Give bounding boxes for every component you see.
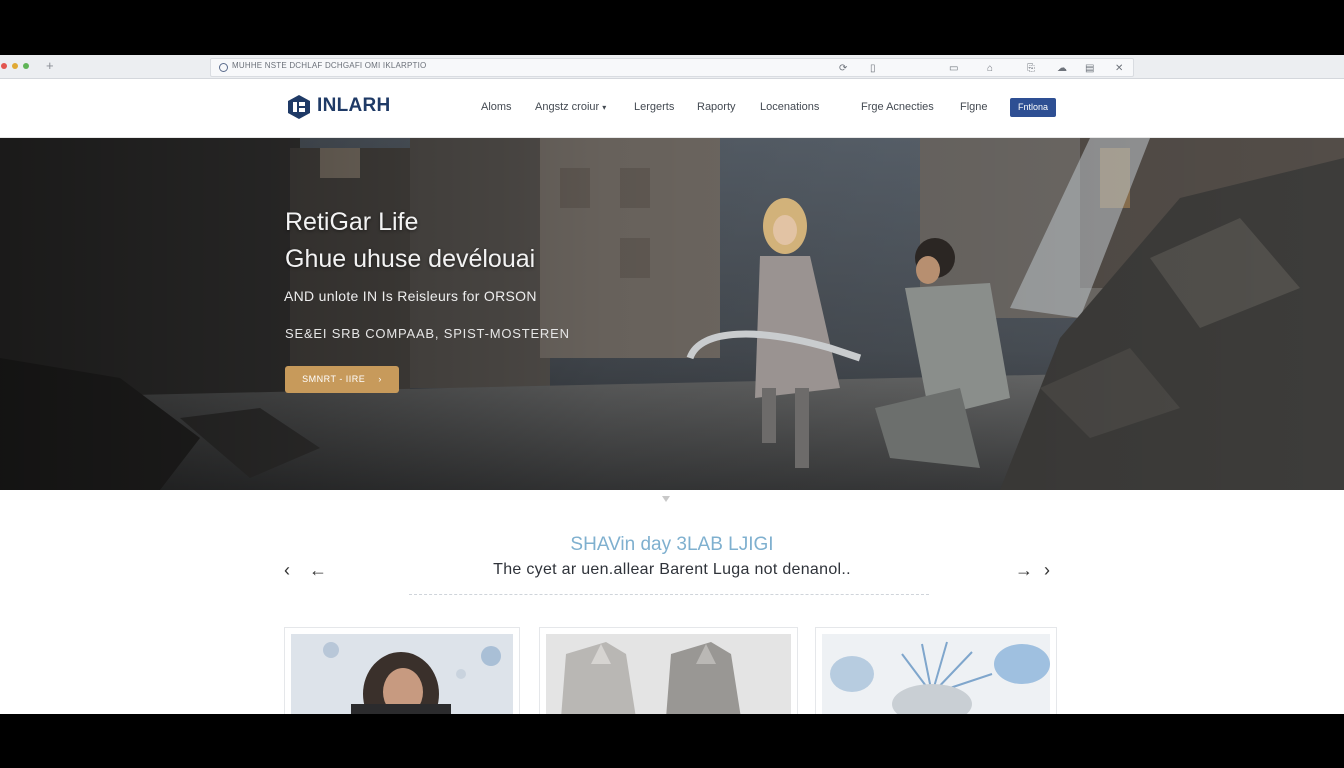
maximize-window-button[interactable] [23,63,29,69]
minimize-window-button[interactable] [12,63,18,69]
tab-icon[interactable]: ▭ [949,63,958,75]
nav-item-raporty[interactable]: Raporty [697,101,736,113]
address-text: MUHHE NSTE DCHLAF DCHGAFI OMI IKLARPTIO [232,61,427,70]
arrow-left-icon[interactable]: ← [309,558,327,582]
card-1[interactable] [284,627,520,714]
card-image [291,634,513,714]
nav-item-flgne[interactable]: Flgne [960,101,988,113]
card-3[interactable] [815,627,1057,714]
hero-cta-button[interactable]: SMNRT - IIRE › [285,366,399,393]
site-header: INLARH Aloms Angstz croiur ▾ Lergerts Ra… [0,79,1344,138]
section-title: SHAVin day 3LAB LJIGI [570,534,774,555]
chevron-right-icon[interactable]: › [1044,558,1050,582]
new-tab-icon[interactable]: + [46,58,54,74]
cloud-icon[interactable]: ☁ [1057,63,1067,75]
card-image [546,634,791,714]
letterbox-bottom [0,714,1344,768]
hero-cta-label: SMNRT - IIRE [302,374,366,384]
globe-icon [219,63,228,72]
hero-title: RetiGar Life [285,208,419,236]
share-icon[interactable]: ⎘ [1027,63,1035,75]
section-subtitle: The cyet ar uen.allear Barent Luga not d… [493,561,851,578]
scroll-down-icon[interactable] [662,496,670,502]
nav-item-frge[interactable]: Frge Acnecties [861,101,934,113]
close-window-button[interactable] [1,63,7,69]
card-2[interactable] [539,627,798,714]
trash-icon[interactable]: ▤ [1085,63,1094,75]
arrow-right-icon[interactable]: → [1015,558,1033,582]
nav-item-locenations[interactable]: Locenations [760,101,819,113]
hero-image [0,138,1344,490]
nav-cta-button[interactable]: Fntlona [1010,98,1056,117]
bookmark-icon[interactable]: ⌂ [987,63,993,75]
arrow-right-icon: › [378,374,382,384]
chevron-left-icon[interactable]: ‹ [284,558,290,582]
section-divider [409,594,929,595]
address-bar[interactable]: MUHHE NSTE DCHLAF DCHGAFI OMI IKLARPTIO … [210,58,1134,77]
hero-tagline: SE&EI SRB COMPAAB, SPIST-MOSTEREN [285,326,570,341]
nav-item-lergerts[interactable]: Lergerts [634,101,674,113]
chevron-down-icon: ▾ [602,103,607,112]
nav-item-label: Angstz croiur [535,101,600,113]
reload-icon[interactable]: ⟳ [839,63,847,75]
hero-headline: Ghue uhuse devélouai [285,245,536,273]
lock-icon[interactable]: ▯ [870,63,876,75]
nav-item-aloms[interactable]: Aloms [481,101,512,113]
browser-toolbar: + MUHHE NSTE DCHLAF DCHGAFI OMI IKLARPTI… [0,55,1344,79]
hero-banner: RetiGar Life Ghue uhuse devélouai AND un… [0,138,1344,490]
letterbox-top [0,0,1344,55]
card-image [822,634,1050,714]
logo-text[interactable]: INLARH [317,95,391,117]
logo-icon[interactable] [287,94,311,120]
hero-subheadline: AND unlote IN Is Reisleurs for ORSON [284,288,537,304]
nav-item-angstz[interactable]: Angstz croiur ▾ [535,101,606,113]
browser-window: + MUHHE NSTE DCHLAF DCHGAFI OMI IKLARPTI… [0,55,1344,714]
close-icon[interactable]: ✕ [1115,63,1123,75]
